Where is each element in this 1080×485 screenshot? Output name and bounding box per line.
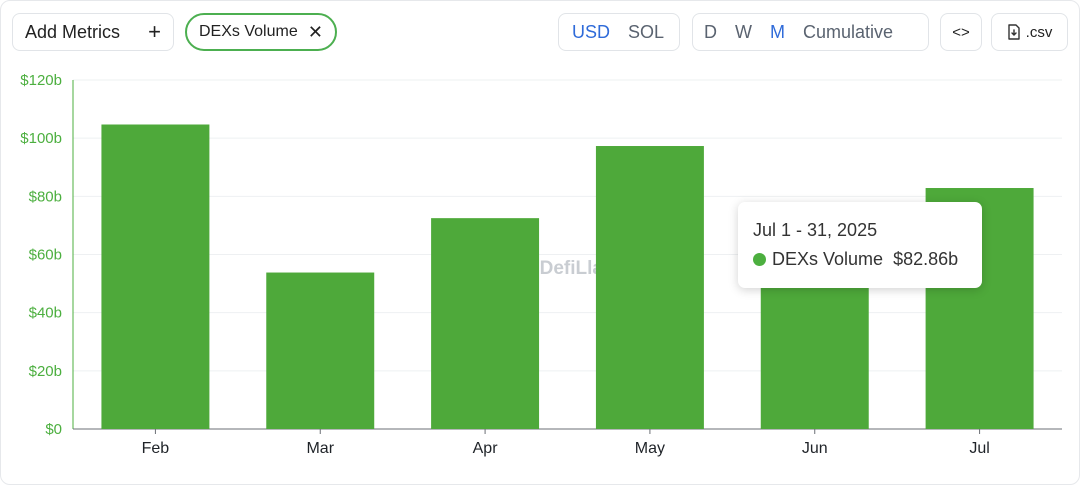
bar-mar — [266, 272, 375, 429]
currency-toggle: USD SOL — [558, 13, 680, 51]
y-tick-label: $100b — [20, 130, 62, 147]
x-tick-label: Mar — [306, 440, 334, 457]
plus-icon: + — [148, 19, 161, 44]
y-tick-label: $20b — [29, 363, 62, 380]
tooltip-value: $82.86b — [893, 249, 959, 269]
period-toggle: D W M Cumulative — [692, 13, 929, 51]
metric-chip-dexs-volume[interactable]: DEXs Volume ✕ — [185, 13, 337, 51]
add-metrics-button[interactable]: Add Metrics + — [12, 13, 174, 51]
y-tick-label: $80b — [29, 188, 62, 205]
period-option-day[interactable]: D — [695, 22, 726, 43]
bar-apr — [431, 218, 540, 429]
currency-option-usd[interactable]: USD — [563, 22, 619, 43]
embed-button[interactable]: <> — [940, 13, 982, 51]
tooltip-row: DEXs Volume $82.86b — [753, 249, 967, 270]
tooltip-date: Jul 1 - 31, 2025 — [753, 220, 878, 240]
close-icon[interactable]: ✕ — [308, 23, 323, 41]
csv-label: .csv — [1025, 23, 1053, 41]
y-tick-label: $120b — [20, 72, 62, 89]
tooltip-series: DEXs Volume — [772, 249, 884, 269]
currency-option-sol[interactable]: SOL — [619, 22, 673, 43]
chart-tooltip: Jul 1 - 31, 2025 DEXs Volume $82.86b — [738, 202, 982, 288]
bar-may — [595, 146, 704, 429]
metric-chip-label: DEXs Volume — [199, 23, 298, 40]
code-icon: <> — [952, 23, 970, 41]
x-tick-label: May — [635, 440, 665, 457]
toolbar: Add Metrics + DEXs Volume ✕ USD SOL D W … — [0, 0, 1080, 64]
add-metrics-label: Add Metrics — [25, 21, 121, 42]
csv-download-button[interactable]: .csv — [991, 13, 1068, 51]
period-option-week[interactable]: W — [726, 22, 761, 43]
file-download-icon — [1007, 24, 1020, 40]
x-tick-label: Jun — [802, 440, 828, 457]
period-option-cumulative[interactable]: Cumulative — [794, 22, 902, 43]
y-tick-label: $0 — [45, 421, 62, 438]
period-option-month[interactable]: M — [761, 22, 794, 43]
x-tick-label: Feb — [142, 440, 170, 457]
series-dot — [753, 253, 766, 266]
y-tick-label: $60b — [29, 247, 62, 264]
x-tick-label: Jul — [969, 440, 989, 457]
bar-feb — [101, 124, 210, 429]
y-tick-label: $40b — [29, 305, 62, 322]
x-tick-label: Apr — [473, 440, 499, 457]
